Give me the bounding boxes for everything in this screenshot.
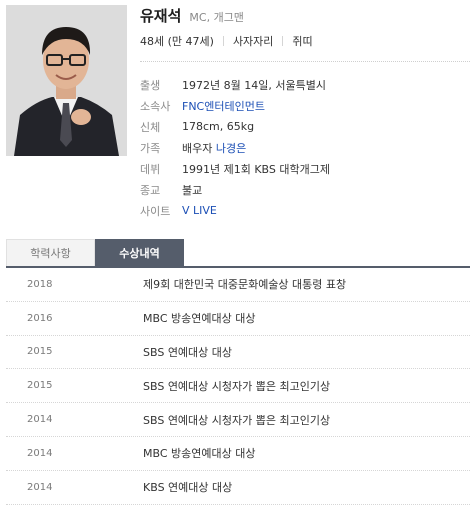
award-year: 2015	[27, 380, 53, 392]
spouse-label: 배우자	[182, 141, 213, 155]
profile-meta: 48세 (만 47세) 사자자리 쥐띠	[140, 33, 313, 49]
chinese-zodiac-text: 쥐띠	[292, 35, 313, 48]
tab-awards[interactable]: 수상내역	[95, 239, 184, 266]
award-year: 2018	[27, 278, 53, 290]
header-divider	[140, 61, 470, 62]
detail-value: 178cm, 65kg	[182, 120, 255, 133]
detail-row-religion: 종교 불교	[140, 179, 330, 200]
award-title: SBS 연예대상 시청자가 뽑은 최고인기상	[143, 379, 331, 393]
list-item: 2015 SBS 연예대상 시청자가 뽑은 최고인기상	[6, 369, 470, 404]
award-title: SBS 연예대상 시청자가 뽑은 최고인기상	[143, 413, 331, 427]
list-item: 2014 MBC 방송연예대상 대상	[6, 437, 470, 471]
detail-label: 소속사	[140, 99, 171, 113]
list-item: 2016 MBC 방송연예대상 대상	[6, 302, 470, 336]
detail-label: 데뷔	[140, 162, 161, 176]
list-item: 2014 SBS 연예대상 시청자가 뽑은 최고인기상	[6, 403, 470, 437]
detail-label: 신체	[140, 120, 161, 134]
vlive-link[interactable]: V LIVE	[182, 204, 217, 217]
agency-link[interactable]: FNC엔터테인먼트	[182, 100, 265, 113]
award-title: MBC 방송연예대상 대상	[143, 447, 256, 461]
detail-label: 종교	[140, 183, 161, 197]
detail-value: 불교	[182, 183, 203, 197]
award-title: MBC 방송연예대상 대상	[143, 312, 256, 326]
award-year: 2014	[27, 414, 53, 426]
zodiac-text: 사자자리	[232, 35, 274, 48]
age-text: 48세 (만 47세)	[140, 35, 214, 48]
detail-row-agency: 소속사 FNC엔터테인먼트	[140, 95, 330, 116]
award-year: 2015	[27, 346, 53, 358]
detail-row-body: 신체 178cm, 65kg	[140, 116, 330, 137]
profile-tabs: 학력사항 수상내역	[6, 239, 470, 268]
detail-label: 출생	[140, 78, 161, 92]
list-item: 2018 제9회 대한민국 대중문화예술상 대통령 표창	[6, 268, 470, 302]
detail-row-debut: 데뷔 1991년 제1회 KBS 대학개그제	[140, 158, 330, 179]
spouse-link[interactable]: 나경은	[216, 142, 246, 155]
awards-list: 2018 제9회 대한민국 대중문화예술상 대통령 표창 2016 MBC 방송…	[6, 268, 470, 505]
detail-label: 가족	[140, 141, 161, 155]
person-job: MC, 개그맨	[189, 11, 244, 24]
award-title: SBS 연예대상 대상	[143, 345, 233, 359]
meta-divider	[282, 36, 284, 46]
award-year: 2016	[27, 312, 53, 324]
list-item: 2014 KBS 연예대상 대상	[6, 471, 470, 505]
profile-details: 출생 1972년 8월 14일, 서울특별시 소속사 FNC엔터테인먼트 신체 …	[140, 74, 330, 221]
meta-divider	[222, 36, 224, 46]
detail-label: 사이트	[140, 204, 171, 218]
person-name: 유재석	[140, 7, 182, 25]
detail-row-birth: 출생 1972년 8월 14일, 서울특별시	[140, 74, 330, 95]
profile-header: 유재석 MC, 개그맨	[140, 5, 244, 25]
detail-row-site: 사이트 V LIVE	[140, 200, 330, 221]
award-year: 2014	[27, 481, 53, 493]
award-title: KBS 연예대상 대상	[143, 481, 233, 495]
detail-row-family: 가족 배우자 나경은	[140, 137, 330, 158]
detail-value: 1991년 제1회 KBS 대학개그제	[182, 162, 330, 176]
list-item: 2015 SBS 연예대상 대상	[6, 336, 470, 370]
award-year: 2014	[27, 447, 53, 459]
award-title: 제9회 대한민국 대중문화예술상 대통령 표창	[143, 278, 347, 292]
tab-education[interactable]: 학력사항	[6, 239, 95, 266]
detail-value: 1972년 8월 14일, 서울특별시	[182, 78, 326, 92]
profile-photo[interactable]	[6, 5, 127, 156]
